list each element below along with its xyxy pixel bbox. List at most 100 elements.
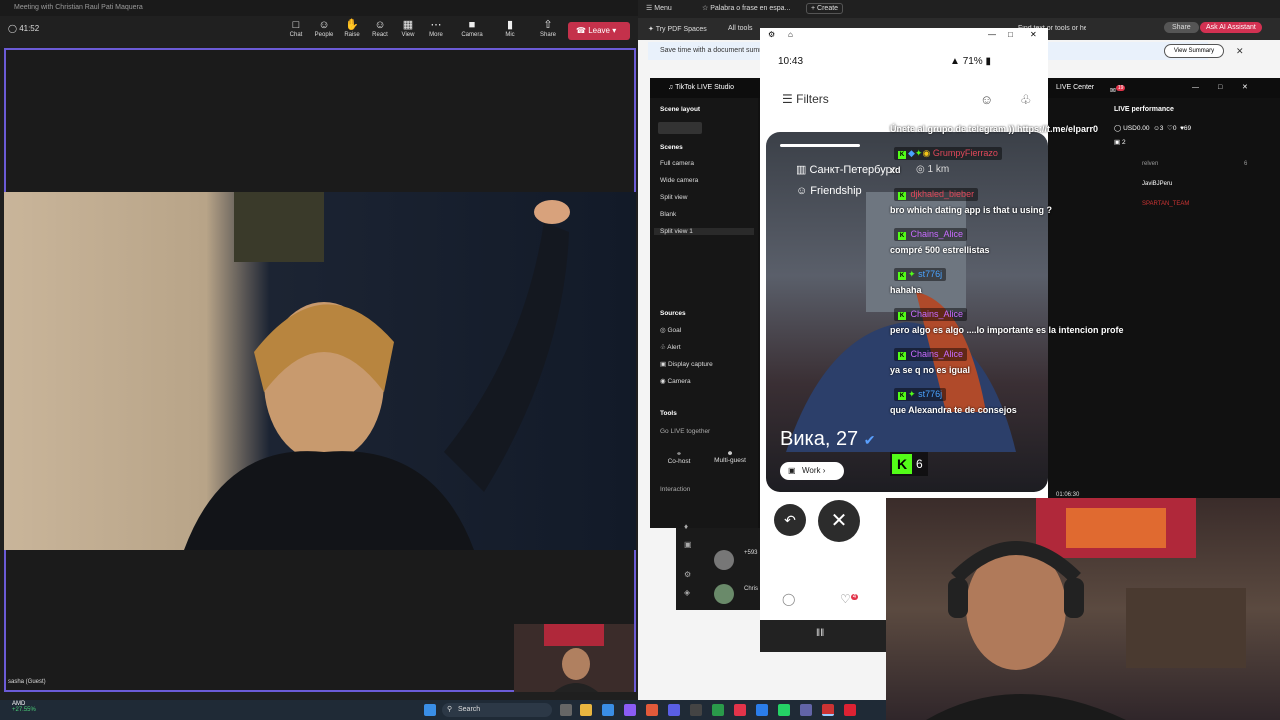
meeting-timer: ◯ 41:52 xyxy=(8,24,40,33)
app-icon[interactable] xyxy=(734,704,746,716)
cohost-button[interactable]: ⚭ Co-host xyxy=(660,450,698,465)
app-icon[interactable] xyxy=(690,704,702,716)
recents-icon[interactable]: ‖‖ xyxy=(816,628,824,639)
avatar xyxy=(714,584,734,604)
app-icon-active[interactable] xyxy=(822,704,834,716)
chat-message: bro which dating app is that u using ? xyxy=(890,205,1052,215)
file-explorer-icon[interactable] xyxy=(580,704,592,716)
add-friend-icon[interactable]: ☺ xyxy=(980,92,993,107)
globe-icon[interactable]: ◈ xyxy=(684,588,690,597)
chat-button[interactable]: □ Chat xyxy=(284,18,308,38)
timer-text: 41:52 xyxy=(19,24,40,33)
viewer-row[interactable]: SPARTAN_TEAM xyxy=(1142,201,1189,207)
chat-label: Chat xyxy=(289,32,303,38)
share-doc-button[interactable]: Share xyxy=(1164,22,1199,33)
teams-icon[interactable] xyxy=(800,704,812,716)
location-pin-icon: ◎ xyxy=(916,164,925,175)
rank-icon: ◉ xyxy=(922,148,931,158)
tools-heading: Tools xyxy=(660,410,677,417)
scene-item[interactable]: Split view xyxy=(660,194,687,201)
app-icon[interactable] xyxy=(602,704,614,716)
maximize-icon[interactable]: □ xyxy=(1218,78,1222,98)
live-center-button[interactable]: LIVE Center xyxy=(1056,78,1094,98)
profile-intent: ☺ Friendship xyxy=(796,185,862,197)
chat-user: Chris xyxy=(744,586,759,592)
acrobat-icon[interactable] xyxy=(844,704,856,716)
chat-username: K Chains_Alice xyxy=(894,228,968,241)
people-label: People xyxy=(314,32,334,38)
stat-d: 2 xyxy=(1121,139,1126,146)
close-icon[interactable]: ✕ xyxy=(1030,30,1037,39)
viewer-row[interactable]: relven xyxy=(1142,161,1158,167)
app-icon[interactable] xyxy=(712,704,724,716)
dislike-button[interactable]: ✕ xyxy=(818,500,860,542)
scene-item-active[interactable]: Split view 1 xyxy=(654,228,754,235)
bell-icon[interactable]: ♧ xyxy=(1020,92,1032,108)
live-stats: ◯ USD0.00 ☺3 ♡0 ♥69 xyxy=(1114,124,1191,132)
undo-icon: ↶ xyxy=(784,512,796,528)
portrait-layout-button[interactable] xyxy=(658,122,702,134)
mic-button[interactable]: ▮ Mic xyxy=(498,18,522,38)
settings-icon[interactable]: ⚙ xyxy=(768,30,775,39)
people-button[interactable]: ☺ People xyxy=(312,18,336,38)
taskbar-search[interactable]: ⚲ Search xyxy=(442,703,552,717)
filters-button[interactable]: ☰ Filters xyxy=(782,92,829,106)
kick-badge-icon: K xyxy=(898,232,906,240)
ask-ai-button[interactable]: Ask AI Assistant xyxy=(1200,22,1262,33)
app-icon[interactable] xyxy=(756,704,768,716)
all-tools-button[interactable]: All tools xyxy=(728,25,753,32)
camera-button[interactable]: ■ Camera xyxy=(460,18,484,38)
phone-hangup-icon: ☎ xyxy=(576,26,586,35)
tab-document[interactable]: ☆ Palabra o frase en espa... xyxy=(702,4,798,12)
mic-icon: ▮ xyxy=(506,19,514,31)
view-summary-button[interactable]: View Summary xyxy=(1164,44,1224,58)
pdf-spaces-button[interactable]: ✦ Try PDF Spaces xyxy=(648,25,707,33)
scene-item[interactable]: Full camera xyxy=(660,160,694,167)
chat-message: pero algo es algo ....lo importante es l… xyxy=(890,325,1124,335)
undo-button[interactable]: ↶ xyxy=(774,504,806,536)
task-view-icon[interactable] xyxy=(560,704,572,716)
sub-icon: ✦ xyxy=(908,389,916,399)
app-icon[interactable] xyxy=(668,704,680,716)
create-tab-button[interactable]: + Create xyxy=(806,3,844,14)
calendar-icon[interactable]: ▣ xyxy=(684,540,692,549)
chat-username: K djkhaled_bieber xyxy=(894,188,979,201)
settings-icon[interactable]: ⚙ xyxy=(684,570,691,579)
close-notice-icon[interactable]: ✕ xyxy=(1236,46,1244,57)
pdf-spaces-label: Try PDF Spaces xyxy=(655,26,707,33)
heart-nav-icon[interactable]: ♡ 4 xyxy=(840,592,859,606)
viewer-row[interactable]: JaviBJPeru xyxy=(1142,181,1172,187)
home-icon[interactable]: ⌂ xyxy=(788,30,793,39)
app-icon[interactable] xyxy=(624,704,636,716)
share-button[interactable]: ⇧ Share xyxy=(536,18,560,38)
view-button[interactable]: ▦ View xyxy=(396,18,420,38)
minimize-icon[interactable]: — xyxy=(1192,78,1199,98)
scene-item[interactable]: Blank xyxy=(660,211,676,218)
source-goal[interactable]: ◎ Goal xyxy=(660,326,681,334)
minimize-icon[interactable]: — xyxy=(988,30,996,39)
pdf-spaces-icon: ✦ xyxy=(648,26,654,33)
close-studio-icon[interactable]: ✕ xyxy=(1242,78,1248,98)
work-chip[interactable]: ▣ Work › xyxy=(780,462,844,480)
live-performance-panel: LIVE performance ◯ USD0.00 ☺3 ♡0 ♥69 ▣ 2… xyxy=(1108,98,1280,528)
scene-item[interactable]: Wide camera xyxy=(660,177,698,184)
browser-icon[interactable] xyxy=(646,704,658,716)
source-display[interactable]: ▣ Display capture xyxy=(660,360,713,368)
react-button[interactable]: ☺ React xyxy=(368,18,392,38)
phone-time: 10:43 xyxy=(778,56,804,67)
scene-layout-heading: Scene layout xyxy=(660,106,701,113)
multiguest-button[interactable]: ☻ Multi-guest xyxy=(708,450,752,464)
chat-bubble-icon[interactable]: ◯ xyxy=(782,592,795,606)
menu-button[interactable]: ☰ Menu xyxy=(646,4,672,12)
notice-text: Save time with a document summa xyxy=(660,47,769,54)
leave-button[interactable]: ☎ Leave ▾ xyxy=(568,22,630,40)
windows-start-icon[interactable] xyxy=(424,704,436,716)
source-camera[interactable]: ◉ Camera xyxy=(660,377,691,385)
stock-widget[interactable]: AMD +27.55% xyxy=(12,701,36,713)
tag-icon[interactable]: ♦ xyxy=(684,522,688,531)
more-button[interactable]: ⋯ More xyxy=(424,18,448,38)
source-alert[interactable]: ♧ Alert xyxy=(660,343,681,351)
whatsapp-icon[interactable] xyxy=(778,704,790,716)
maximize-icon[interactable]: □ xyxy=(1008,30,1013,39)
raise-button[interactable]: ✋ Raise xyxy=(340,18,364,38)
